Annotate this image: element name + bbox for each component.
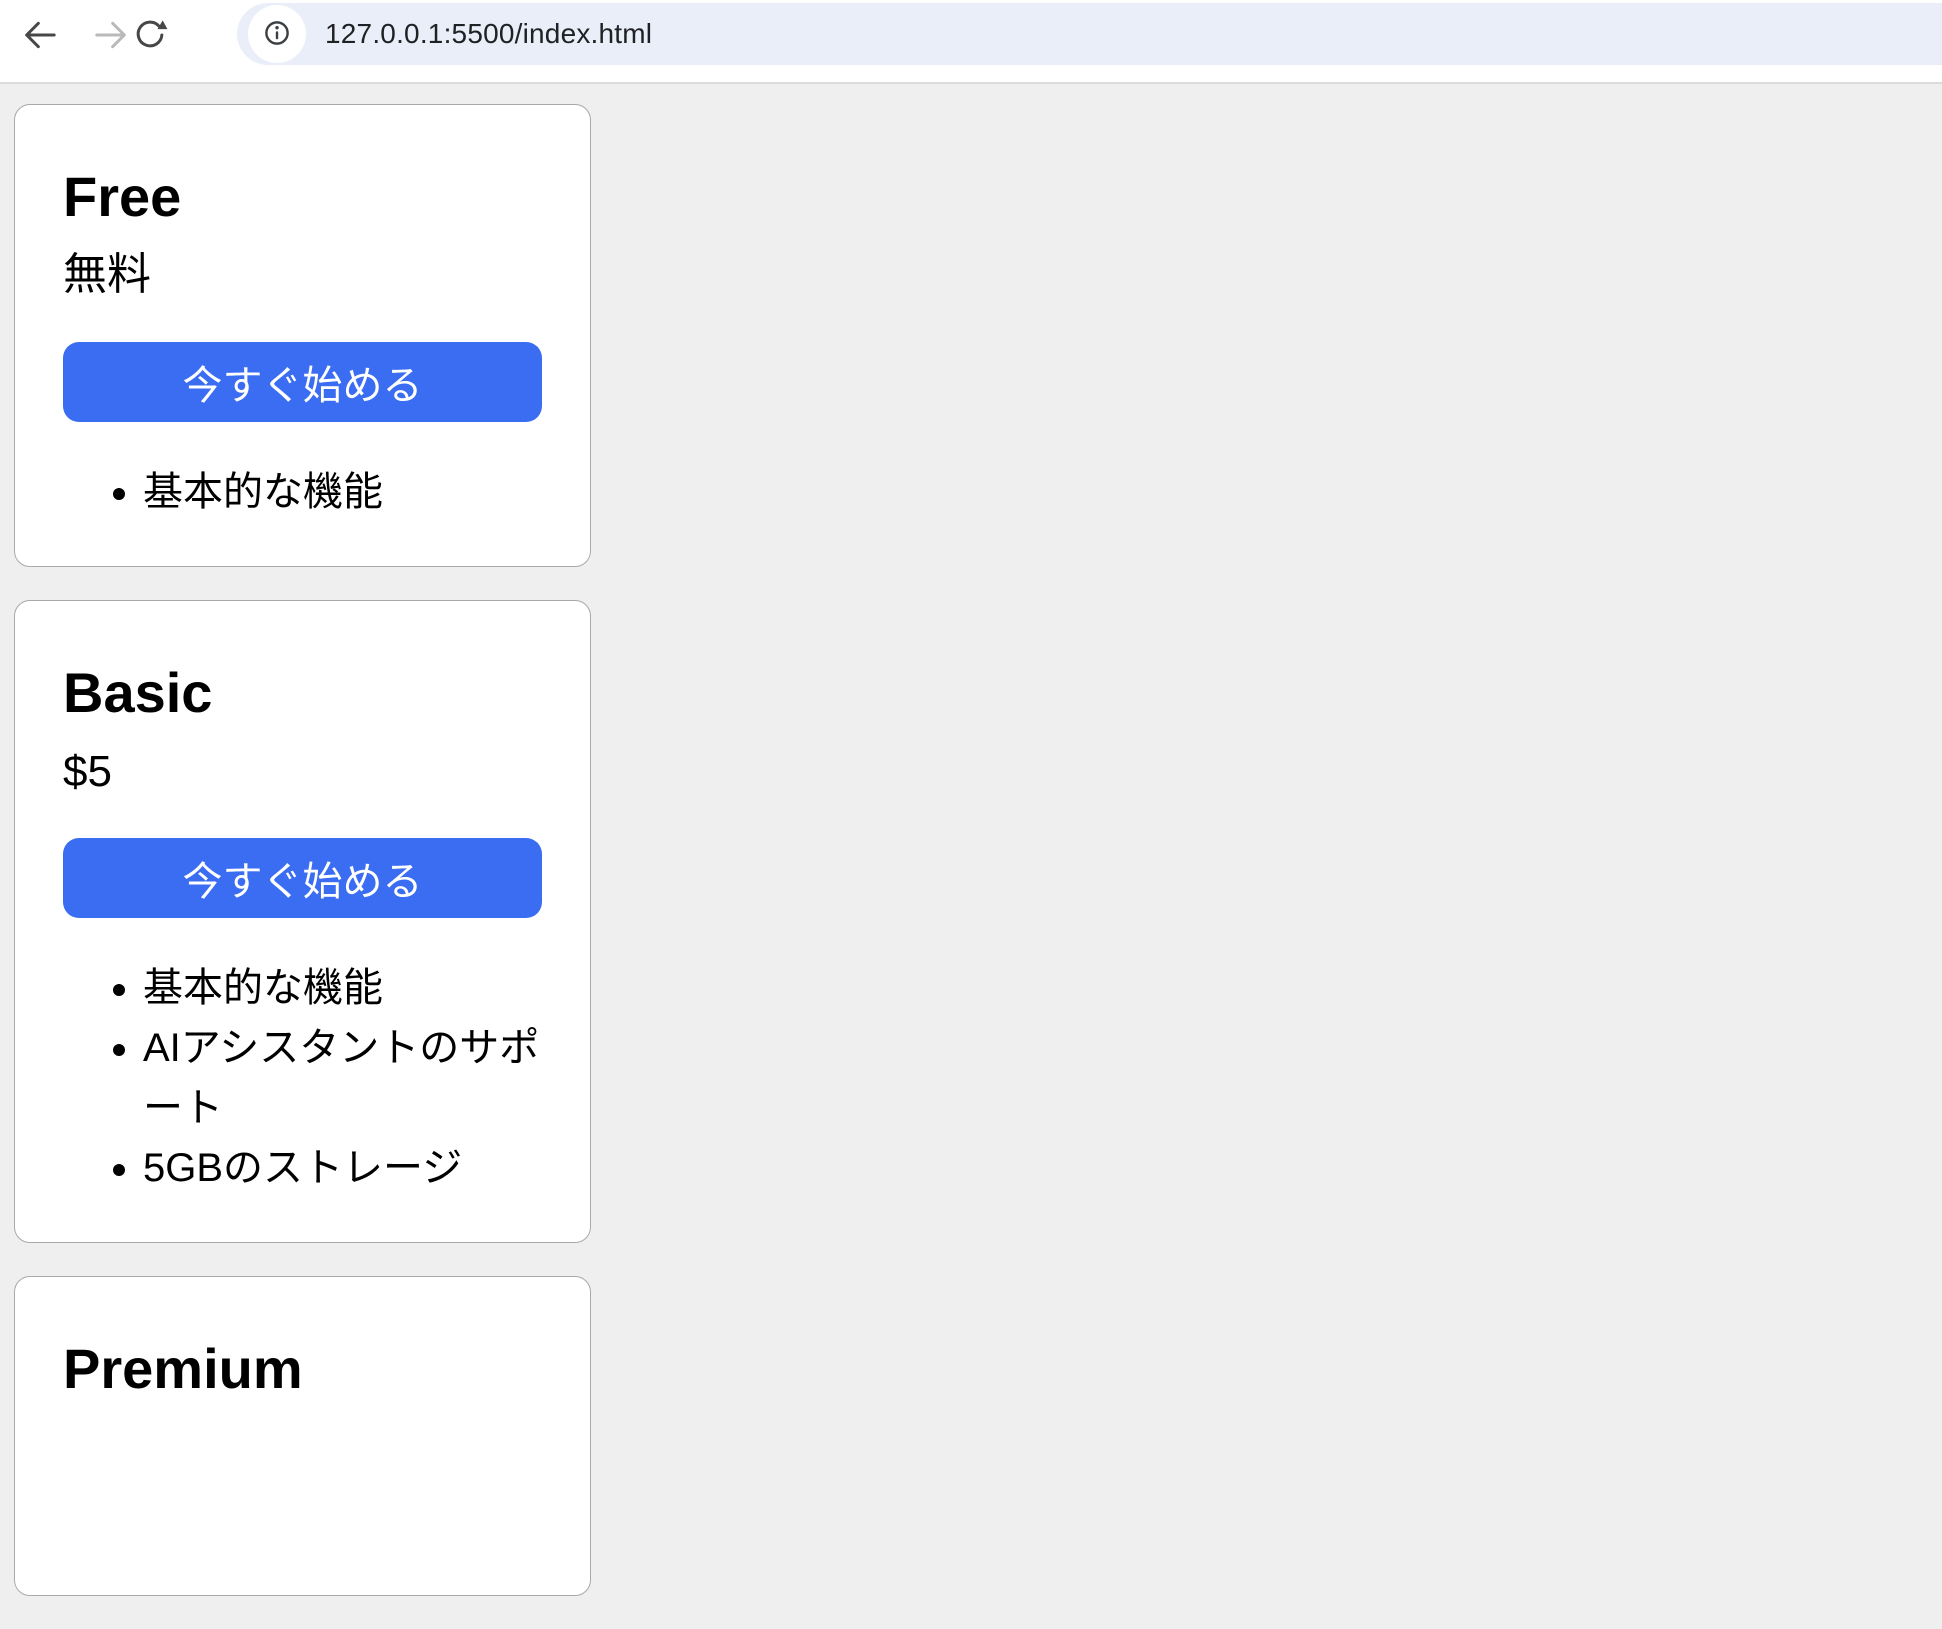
pricing-card: Premium — [14, 1276, 591, 1596]
pricing-card-list: Free無料今すぐ始める基本的な機能Basic$5今すぐ始める基本的な機能AIア… — [14, 104, 591, 1629]
plan-name: Premium — [63, 1337, 542, 1401]
address-bar[interactable]: 127.0.0.1:5500/index.html — [237, 3, 1942, 65]
reload-icon — [131, 16, 169, 54]
info-icon — [260, 16, 294, 53]
start-now-button[interactable]: 今すぐ始める — [63, 838, 542, 918]
forward-arrow-icon — [91, 15, 131, 55]
browser-toolbar: 127.0.0.1:5500/index.html — [0, 0, 1942, 84]
feature-item: 基本的な機能 — [143, 462, 542, 522]
plan-price: 無料 — [63, 249, 542, 302]
feature-item: 5GBのストレージ — [143, 1138, 542, 1198]
plan-name: Basic — [63, 661, 542, 725]
url-text: 127.0.0.1:5500/index.html — [325, 3, 652, 65]
features-list: 基本的な機能 — [63, 462, 542, 522]
back-button[interactable] — [18, 13, 62, 57]
site-info-button[interactable] — [248, 5, 306, 63]
feature-item: AIアシスタントのサポート — [143, 1018, 542, 1138]
page-background: Free無料今すぐ始める基本的な機能Basic$5今すぐ始める基本的な機能AIア… — [0, 84, 1942, 1350]
pricing-card: Free 無料今すぐ始める基本的な機能 — [14, 104, 591, 567]
pricing-card: Basic $5 今すぐ始める基本的な機能AIアシスタントのサポート5GBのストレー… — [14, 600, 591, 1243]
plan-name: Free — [63, 165, 542, 229]
reload-button[interactable] — [128, 13, 172, 57]
features-list: 基本的な機能AIアシスタントのサポート5GBのストレージ — [63, 958, 542, 1198]
back-arrow-icon — [20, 15, 60, 55]
feature-item: 基本的な機能 — [143, 958, 542, 1018]
start-now-button[interactable]: 今すぐ始める — [63, 342, 542, 422]
forward-button[interactable] — [89, 13, 133, 57]
plan-price: $5 — [63, 746, 542, 799]
